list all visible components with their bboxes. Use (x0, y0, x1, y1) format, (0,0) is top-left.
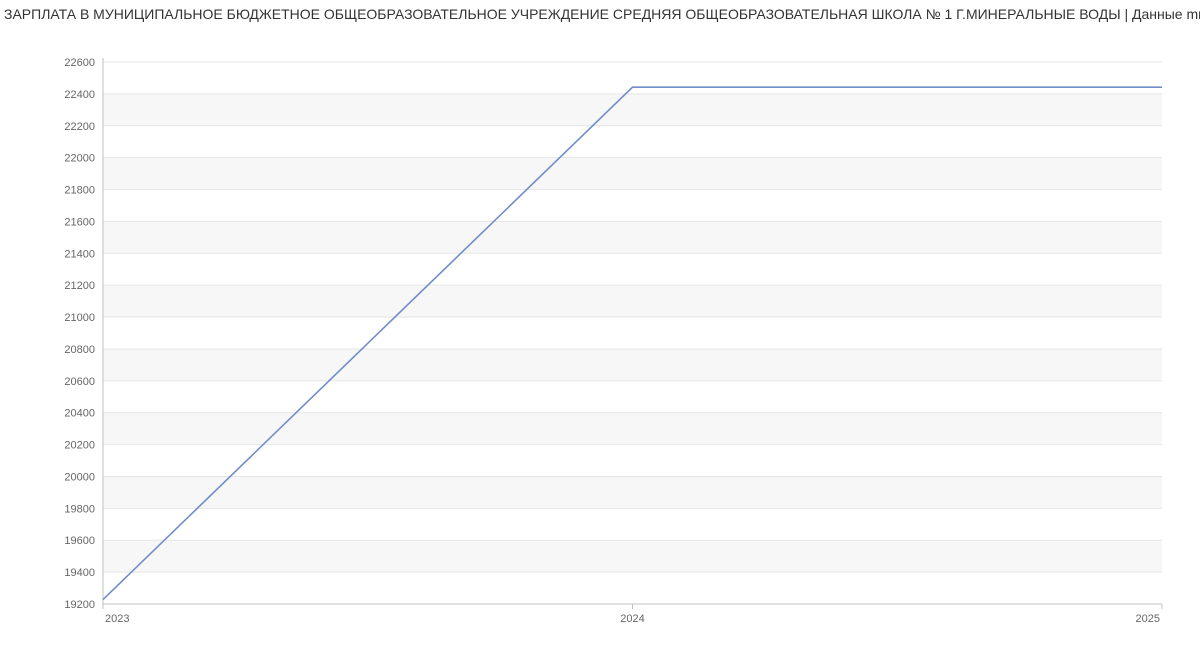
x-tick-label: 2024 (620, 613, 644, 625)
y-tick-label: 21600 (64, 216, 95, 228)
y-tick-label: 22200 (64, 121, 95, 133)
grid-stripe (103, 413, 1162, 445)
page-title: ЗАРПЛАТА В МУНИЦИПАЛЬНОЕ БЮДЖЕТНОЕ ОБЩЕО… (0, 0, 1200, 24)
y-tick-label: 20200 (64, 440, 95, 452)
y-tick-label: 19400 (64, 567, 95, 579)
y-tick-label: 22000 (64, 153, 95, 165)
grid-stripe (103, 221, 1162, 253)
grid-stripe (103, 285, 1162, 317)
y-tick-label: 21400 (64, 248, 95, 260)
chart-container: 19200 19400 19600 19800 20000 20200 20400 20600… (0, 24, 1200, 644)
x-tick-label: 2025 (1136, 613, 1160, 625)
grid-stripe (103, 349, 1162, 381)
grid-stripe (103, 540, 1162, 572)
y-tick-label: 20000 (64, 471, 95, 483)
y-tick-label: 20600 (64, 376, 95, 388)
y-tick-label: 22400 (64, 89, 95, 101)
y-tick-label: 22600 (64, 57, 95, 69)
y-tick-label: 19600 (64, 535, 95, 547)
y-tick-label: 20800 (64, 344, 95, 356)
y-tick-label: 21800 (64, 185, 95, 197)
grid-stripe (103, 158, 1162, 190)
y-tick-label: 20400 (64, 408, 95, 420)
y-tick-label: 21200 (64, 280, 95, 292)
y-tick-label: 21000 (64, 312, 95, 324)
line-chart: 19200 19400 19600 19800 20000 20200 20400 20600… (0, 24, 1200, 644)
y-tick-label: 19800 (64, 503, 95, 515)
y-tick-label: 19200 (64, 599, 95, 611)
x-tick-label: 2023 (105, 613, 129, 625)
grid-stripe (103, 94, 1162, 126)
grid-stripe (103, 476, 1162, 508)
